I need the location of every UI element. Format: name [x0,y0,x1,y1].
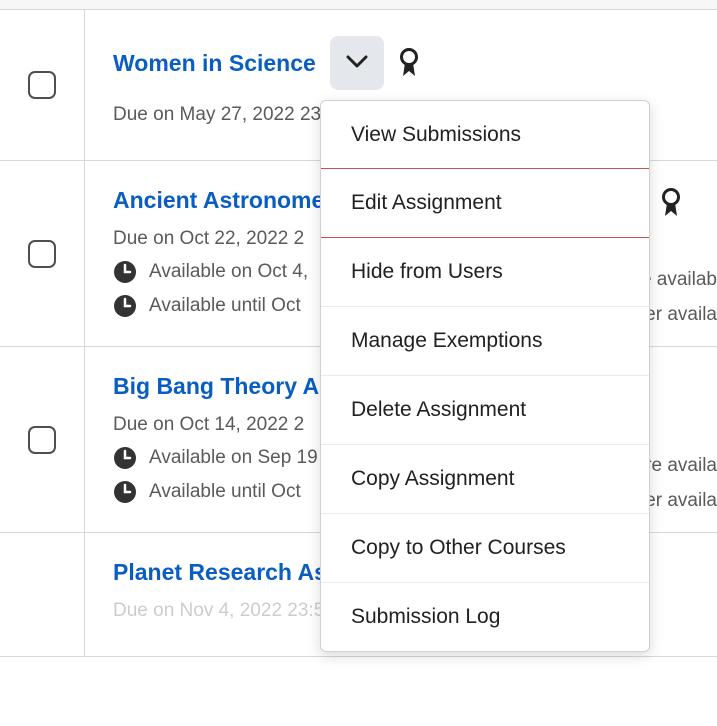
availability-note: er availa [645,304,717,326]
checkbox-cell [0,347,85,532]
assignment-title-link[interactable]: Women in Science [113,50,316,77]
row-checkbox[interactable] [28,240,56,268]
menu-item-manage-exemptions[interactable]: Manage Exemptions [321,306,649,375]
clock-icon [113,294,137,318]
menu-item-hide-from-users[interactable]: Hide from Users [321,237,649,306]
menu-item-copy-to-other-courses[interactable]: Copy to Other Courses [321,513,649,582]
availability-text: Available on Sep 19 [149,447,318,469]
row-checkbox[interactable] [28,71,56,99]
clock-icon [113,446,137,470]
clock-icon [113,260,137,284]
clock-icon [113,480,137,504]
checkbox-cell [0,161,85,346]
menu-item-view-submissions[interactable]: View Submissions [321,101,649,169]
award-icon [398,48,420,78]
availability-note: re availa [645,455,717,477]
availability-text: Available until Oct [149,295,301,317]
availability-text: Available until Oct [149,481,301,503]
checkbox-cell [0,533,85,656]
availability-note: e availab [641,269,717,291]
row-actions-menu: View Submissions Edit Assignment Hide fr… [320,100,650,652]
availability-text: Available on Oct 4, [149,261,308,283]
menu-item-copy-assignment[interactable]: Copy Assignment [321,444,649,513]
row-actions-button[interactable] [330,36,384,90]
chevron-down-icon [346,55,368,72]
row-checkbox[interactable] [28,426,56,454]
assignment-title-link[interactable]: Planet Research As [113,559,327,586]
assignment-title-link[interactable]: Big Bang Theory As [113,373,332,400]
menu-item-delete-assignment[interactable]: Delete Assignment [321,375,649,444]
checkbox-cell [0,10,85,160]
award-icon [660,188,682,218]
menu-item-edit-assignment[interactable]: Edit Assignment [320,168,650,238]
menu-item-submission-log[interactable]: Submission Log [321,582,649,651]
availability-note: er availa [645,490,717,512]
assignment-title-link[interactable]: Ancient Astronome [113,187,324,214]
